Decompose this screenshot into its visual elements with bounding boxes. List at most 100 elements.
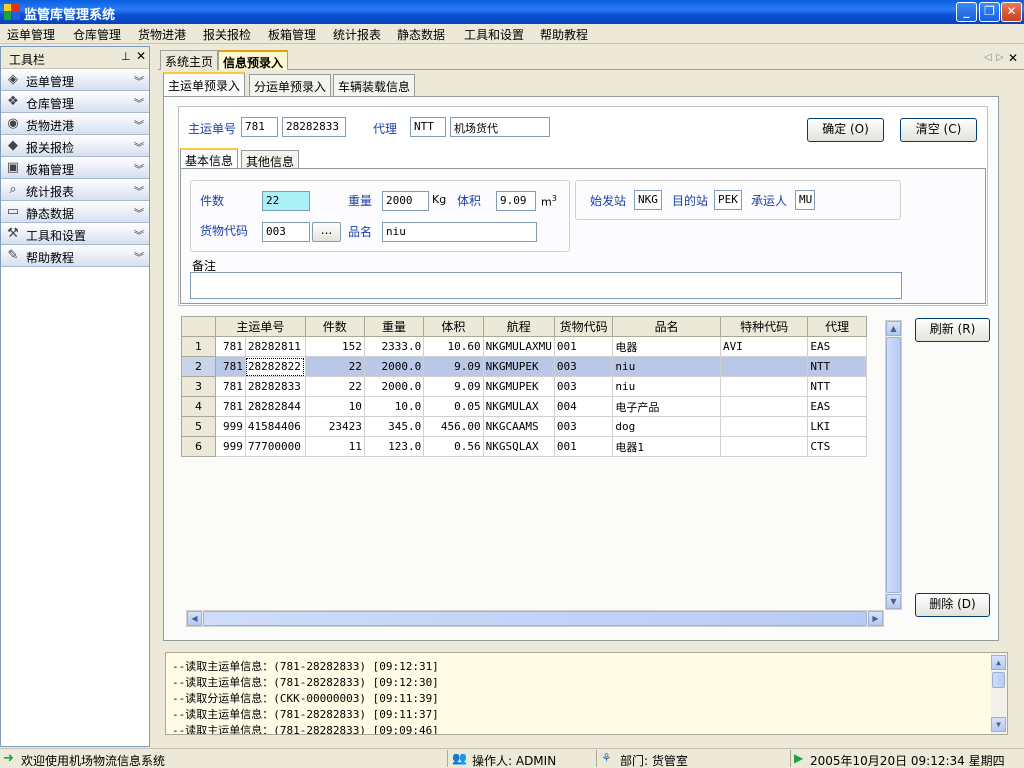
toolbar-panel-title: 工具栏 xyxy=(9,53,46,67)
table-row[interactable]: 4 781 28282844 10 10.0 0.05 NKGMULAX 004… xyxy=(180,396,867,417)
carrier-input[interactable]: MU xyxy=(795,190,815,210)
close-tab-icon[interactable]: ✕ xyxy=(1008,51,1018,65)
cell-product: 电器 xyxy=(612,336,721,357)
product-input[interactable]: niu xyxy=(382,222,537,242)
row-number: 5 xyxy=(180,416,217,437)
origin-input[interactable]: NKG xyxy=(634,190,662,210)
tab-master-entry[interactable]: 主运单预录入 xyxy=(163,72,246,97)
tools-icon: ⚒ xyxy=(7,226,19,241)
col-master-no[interactable]: 主运单号 xyxy=(215,316,306,337)
col-special-code[interactable]: 特种代码 xyxy=(719,316,809,337)
clear-button[interactable]: 清空 (C) xyxy=(900,118,977,142)
nav-item-cargo-in[interactable]: ◉ 货物进港 ︾ xyxy=(1,113,149,135)
col-product[interactable]: 品名 xyxy=(612,316,721,337)
menu-pallet[interactable]: 板箱管理 xyxy=(268,26,316,43)
refresh-button[interactable]: 刷新 (R) xyxy=(915,318,990,342)
table-row[interactable]: 1 781 28282811 152 2333.0 10.60 NKGMULAX… xyxy=(180,336,867,357)
tab-basic-info[interactable]: 基本信息 xyxy=(180,148,239,170)
col-pieces[interactable]: 件数 xyxy=(304,316,365,337)
cell-pieces: 10 xyxy=(304,396,365,417)
scroll-left-icon[interactable]: ◀ xyxy=(187,611,202,626)
carrier-label: 承运人 xyxy=(751,194,788,208)
col-weight[interactable]: 重量 xyxy=(363,316,425,337)
nav-item-customs[interactable]: ◆ 报关报检 ︾ xyxy=(1,135,149,157)
row-header-corner xyxy=(180,316,217,337)
log-scroll-thumb[interactable] xyxy=(992,672,1005,688)
nav-item-tools[interactable]: ⚒ 工具和设置 ︾ xyxy=(1,223,149,245)
warehouse-icon: ❖ xyxy=(7,94,19,109)
agent-code-input[interactable]: NTT xyxy=(410,117,446,137)
confirm-button[interactable]: 确定 (O) xyxy=(807,118,884,142)
weight-input[interactable]: 2000 xyxy=(382,191,429,211)
log-line: --读取主运单信息：(781-28282833) [09:12:31] xyxy=(172,660,439,673)
menu-static-data[interactable]: 静态数据 xyxy=(397,26,445,43)
menu-report[interactable]: 统计报表 xyxy=(333,26,381,43)
nav-item-warehouse[interactable]: ❖ 仓库管理 ︾ xyxy=(1,91,149,113)
master-number-input[interactable]: 28282833 xyxy=(282,117,346,137)
table-row[interactable]: 6 999 77700000 11 123.0 0.56 NKGSQLAX 00… xyxy=(180,436,867,457)
nav-item-report[interactable]: ⌕ 统计报表 ︾ xyxy=(1,179,149,201)
menu-cargo-in[interactable]: 货物进港 xyxy=(138,26,186,43)
nav-item-pallet[interactable]: ▣ 板箱管理 ︾ xyxy=(1,157,149,179)
grid-horizontal-scrollbar[interactable]: ◀ ▶ xyxy=(186,610,884,627)
nav-label: 工具和设置 xyxy=(26,229,87,243)
status-operator: 操作人: ADMIN xyxy=(472,754,557,768)
col-cargo-code[interactable]: 货物代码 xyxy=(553,316,614,337)
menu-waybill[interactable]: 运单管理 xyxy=(7,26,55,43)
cargo-code-input[interactable]: 003 xyxy=(262,222,310,242)
close-panel-icon[interactable]: ✕ xyxy=(136,49,146,63)
pin-icon[interactable]: ⊥ xyxy=(121,50,131,63)
tab-sub-entry[interactable]: 分运单预录入 xyxy=(249,74,332,96)
waybill-table: 主运单号 件数 重量 体积 航程 货物代码 品名 特种代码 代理 1 781 2… xyxy=(180,316,867,457)
volume-input[interactable]: 9.09 xyxy=(496,191,536,211)
master-prefix-input[interactable]: 781 xyxy=(241,117,278,137)
scroll-right-icon[interactable]: ▶ xyxy=(868,611,883,626)
nav-item-static-data[interactable]: ▭ 静态数据 ︾ xyxy=(1,201,149,223)
row-number: 1 xyxy=(180,336,217,357)
menu-customs[interactable]: 报关报检 xyxy=(203,26,251,43)
browse-cargo-button[interactable]: ... xyxy=(312,222,341,242)
col-volume[interactable]: 体积 xyxy=(423,316,484,337)
nav-item-waybill[interactable]: ◈ 运单管理 ︾ xyxy=(1,69,149,91)
log-scrollbar[interactable]: ▲ ▼ xyxy=(991,653,1007,734)
scroll-down-icon[interactable]: ▼ xyxy=(886,594,901,609)
scroll-up-icon[interactable]: ▲ xyxy=(886,321,901,336)
tab-next-icon[interactable]: ▷ xyxy=(996,52,1004,63)
cell-no: 28282822 xyxy=(244,356,306,377)
col-agent[interactable]: 代理 xyxy=(807,316,867,337)
users-icon: 👥 xyxy=(452,751,467,765)
close-window-button[interactable]: ✕ xyxy=(1001,2,1022,22)
cell-volume: 9.09 xyxy=(423,376,484,397)
cell-code: 001 xyxy=(553,436,614,457)
table-row[interactable]: 3 781 28282833 22 2000.0 9.09 NKGMUPEK 0… xyxy=(180,376,867,397)
delete-button[interactable]: 删除 (D) xyxy=(915,593,990,617)
tab-home[interactable]: 系统主页 xyxy=(160,50,219,70)
cell-volume: 10.60 xyxy=(423,336,484,357)
horizontal-scroll-thumb[interactable] xyxy=(203,611,867,626)
grid-vertical-scrollbar[interactable]: ▲ ▼ xyxy=(885,320,902,610)
vertical-scroll-thumb[interactable] xyxy=(886,337,901,593)
minimize-button[interactable]: _ xyxy=(956,2,977,22)
chevron-down-icon: ︾ xyxy=(134,99,144,110)
cell-special xyxy=(719,356,809,377)
dest-input[interactable]: PEK xyxy=(714,190,742,210)
pieces-input[interactable]: 22 xyxy=(262,191,310,211)
agent-name-input[interactable]: 机场货代 xyxy=(450,117,550,137)
tab-info-entry[interactable]: 信息预录入 xyxy=(218,50,289,70)
tab-other-info[interactable]: 其他信息 xyxy=(241,150,300,169)
tab-prev-icon[interactable]: ◁ xyxy=(984,52,992,63)
restore-button[interactable]: ❐ xyxy=(979,2,1000,22)
menu-warehouse[interactable]: 仓库管理 xyxy=(73,26,121,43)
menu-tools[interactable]: 工具和设置 xyxy=(464,26,524,43)
menu-help[interactable]: 帮助教程 xyxy=(540,26,588,43)
remark-input[interactable] xyxy=(190,272,902,299)
tab-vehicle-load[interactable]: 车辆装载信息 xyxy=(333,74,416,96)
chevron-down-icon: ︾ xyxy=(134,77,144,88)
col-route[interactable]: 航程 xyxy=(482,316,555,337)
nav-item-help[interactable]: ✎ 帮助教程 ︾ xyxy=(1,245,149,267)
log-scroll-down-icon[interactable]: ▼ xyxy=(991,717,1006,732)
log-scroll-up-icon[interactable]: ▲ xyxy=(991,655,1006,670)
table-row[interactable]: 2 781 28282822 22 2000.0 9.09 NKGMUPEK 0… xyxy=(180,356,867,377)
status-welcome: 欢迎使用机场物流信息系统 xyxy=(21,754,166,768)
table-row[interactable]: 5 999 41584406 23423 345.0 456.00 NKGCAA… xyxy=(180,416,867,437)
